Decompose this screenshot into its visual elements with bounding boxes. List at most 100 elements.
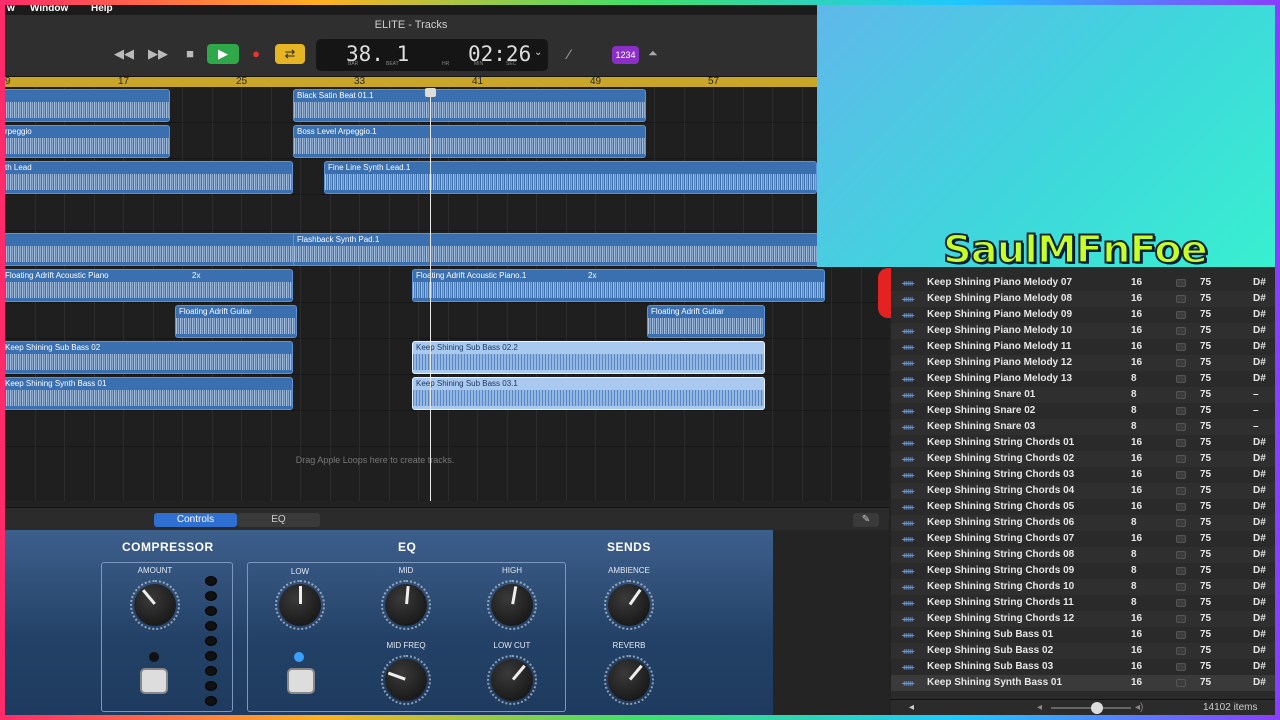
list-item[interactable]: ᚔ Keep Shining Piano Melody 12 16 75 D#	[891, 355, 1275, 371]
favorite-checkbox[interactable]	[1176, 519, 1186, 527]
eq-switch[interactable]	[287, 668, 315, 694]
track-region[interactable]: Keep Shining Sub Bass 03.1	[412, 377, 765, 410]
ambience-knob[interactable]	[598, 578, 660, 632]
favorite-checkbox[interactable]	[1176, 407, 1186, 415]
list-item[interactable]: ᚔ Keep Shining String Chords 05 16 75 D#	[891, 499, 1275, 515]
track-region[interactable]: Floating Adrift Guitar	[647, 305, 765, 338]
track-region[interactable]: Black Satin Beat 01.1	[293, 89, 646, 122]
mid-freq-knob[interactable]	[375, 653, 437, 707]
timeline-ruler[interactable]: 9 17 25 33 41 49 57	[5, 76, 817, 87]
record-button[interactable]: ●	[243, 44, 269, 64]
list-item[interactable]: ᚔ Keep Shining Piano Melody 13 8 75 D#	[891, 371, 1275, 387]
track-region[interactable]: Floating Adrift Acoustic Piano 2x	[5, 269, 293, 302]
list-item[interactable]: ᚔ Keep Shining String Chords 03 16 75 D#	[891, 467, 1275, 483]
stop-button[interactable]: ■	[177, 44, 203, 64]
favorite-checkbox[interactable]	[1176, 343, 1186, 351]
list-item[interactable]: ᚔ Keep Shining Piano Melody 10 16 75 D#	[891, 323, 1275, 339]
list-item[interactable]: ᚔ Keep Shining Piano Melody 09 16 75 D#	[891, 307, 1275, 323]
list-item[interactable]: ᚔ Keep Shining Sub Bass 01 16 75 D#	[891, 627, 1275, 643]
list-item[interactable]: ᚔ Keep Shining Snare 02 8 75 –	[891, 403, 1275, 419]
menu-item-partial[interactable]: w	[7, 5, 15, 14]
favorite-checkbox[interactable]	[1176, 567, 1186, 575]
favorite-checkbox[interactable]	[1176, 295, 1186, 303]
track-region[interactable]: th Lead	[5, 161, 293, 194]
tab-eq[interactable]: EQ	[237, 513, 320, 527]
tuner-icon[interactable]: ⁄	[568, 46, 570, 62]
count-in-badge[interactable]: 1234	[612, 46, 639, 64]
low-knob[interactable]	[269, 578, 331, 632]
favorite-checkbox[interactable]	[1176, 327, 1186, 335]
forward-button[interactable]: ▶▶	[145, 44, 171, 64]
track-region[interactable]: Boss Level Arpeggio.1	[293, 125, 646, 158]
favorite-checkbox[interactable]	[1176, 663, 1186, 671]
edit-icon[interactable]: ✎	[853, 513, 879, 527]
list-item[interactable]: ᚔ Keep Shining Synth Bass 01 16 75 D#	[891, 675, 1275, 691]
playhead-handle[interactable]	[425, 88, 436, 97]
metronome-icon[interactable]: ⏶	[648, 46, 658, 61]
track-region[interactable]: Keep Shining Sub Bass 02.2	[412, 341, 765, 374]
list-item[interactable]: ᚔ Keep Shining String Chords 01 16 75 D#	[891, 435, 1275, 451]
compressor-switch[interactable]	[140, 668, 168, 694]
favorite-checkbox[interactable]	[1176, 423, 1186, 431]
volume-slider-thumb[interactable]	[1091, 702, 1103, 714]
menu-item-window[interactable]: Window	[30, 5, 68, 14]
track-region[interactable]: Floating Adrift Acoustic Piano.1 2x	[412, 269, 825, 302]
favorite-checkbox[interactable]	[1176, 647, 1186, 655]
favorite-checkbox[interactable]	[1176, 279, 1186, 287]
mid-knob[interactable]	[375, 578, 437, 632]
list-item[interactable]: ᚔ Keep Shining String Chords 06 8 75 D#	[891, 515, 1275, 531]
favorite-checkbox[interactable]	[1176, 391, 1186, 399]
favorite-checkbox[interactable]	[1176, 487, 1186, 495]
speaker-icon[interactable]: ◂	[909, 702, 914, 713]
favorite-checkbox[interactable]	[1176, 439, 1186, 447]
track-region[interactable]: Keep Shining Synth Bass 01	[5, 377, 293, 410]
favorite-checkbox[interactable]	[1176, 503, 1186, 511]
favorite-checkbox[interactable]	[1176, 455, 1186, 463]
list-item[interactable]: ᚔ Keep Shining String Chords 04 16 75 D#	[891, 483, 1275, 499]
high-knob[interactable]	[481, 578, 543, 632]
list-item[interactable]: ᚔ Keep Shining Sub Bass 02 16 75 D#	[891, 643, 1275, 659]
rewind-button[interactable]: ◀◀	[111, 44, 137, 64]
reverb-knob[interactable]	[598, 653, 660, 707]
lcd-display[interactable]: 38. 1 02:26 BAR BEAT HR MIN SEC ⌄	[316, 39, 548, 71]
track-region[interactable]: rpeggio	[5, 125, 170, 158]
cycle-button[interactable]: ⇄	[275, 44, 305, 64]
list-item[interactable]: ᚔ Keep Shining String Chords 12 16 75 D#	[891, 611, 1275, 627]
tab-controls[interactable]: Controls	[154, 513, 237, 527]
favorite-checkbox[interactable]	[1176, 359, 1186, 367]
track-region[interactable]: Keep Shining Sub Bass 02	[5, 341, 293, 374]
favorite-checkbox[interactable]	[1176, 375, 1186, 383]
list-item[interactable]: ᚔ Keep Shining String Chords 07 16 75 D#	[891, 531, 1275, 547]
favorite-checkbox[interactable]	[1176, 599, 1186, 607]
list-item[interactable]: ᚔ Keep Shining Snare 01 8 75 –	[891, 387, 1275, 403]
chevron-down-icon[interactable]: ⌄	[534, 47, 542, 58]
play-button[interactable]: ▶	[207, 44, 239, 64]
list-item[interactable]: ᚔ Keep Shining String Chords 08 8 75 D#	[891, 547, 1275, 563]
list-item[interactable]: ᚔ Keep Shining String Chords 02 16 75 D#	[891, 451, 1275, 467]
track-region[interactable]: Fine Line Synth Lead.1	[324, 161, 817, 194]
menu-item-help[interactable]: Help	[91, 5, 113, 14]
list-item[interactable]: ᚔ Keep Shining Piano Melody 08 16 75 D#	[891, 291, 1275, 307]
playhead[interactable]	[430, 89, 431, 501]
favorite-checkbox[interactable]	[1176, 311, 1186, 319]
list-item[interactable]: ᚔ Keep Shining String Chords 11 8 75 D#	[891, 595, 1275, 611]
list-item[interactable]: ᚔ Keep Shining String Chords 09 8 75 D#	[891, 563, 1275, 579]
track-region[interactable]: Floating Adrift Guitar	[175, 305, 297, 338]
amount-knob[interactable]	[124, 578, 186, 632]
list-item[interactable]: ᚔ Keep Shining Piano Melody 07 16 75 D#	[891, 275, 1275, 291]
favorite-checkbox[interactable]	[1176, 551, 1186, 559]
favorite-checkbox[interactable]	[1176, 471, 1186, 479]
favorite-checkbox[interactable]	[1176, 631, 1186, 639]
favorite-checkbox[interactable]	[1176, 679, 1186, 687]
favorite-checkbox[interactable]	[1176, 583, 1186, 591]
track-lane[interactable]	[5, 411, 889, 447]
list-item[interactable]: ᚔ Keep Shining Piano Melody 11 16 75 D#	[891, 339, 1275, 355]
track-lane[interactable]	[5, 195, 889, 231]
track-region[interactable]	[5, 89, 170, 122]
favorite-checkbox[interactable]	[1176, 615, 1186, 623]
low-cut-knob[interactable]	[481, 653, 543, 707]
favorite-checkbox[interactable]	[1176, 535, 1186, 543]
list-item[interactable]: ᚔ Keep Shining Sub Bass 03 16 75 D#	[891, 659, 1275, 675]
list-item[interactable]: ᚔ Keep Shining String Chords 10 8 75 D#	[891, 579, 1275, 595]
track-region[interactable]: Flashback Synth Pad.1	[293, 233, 825, 266]
